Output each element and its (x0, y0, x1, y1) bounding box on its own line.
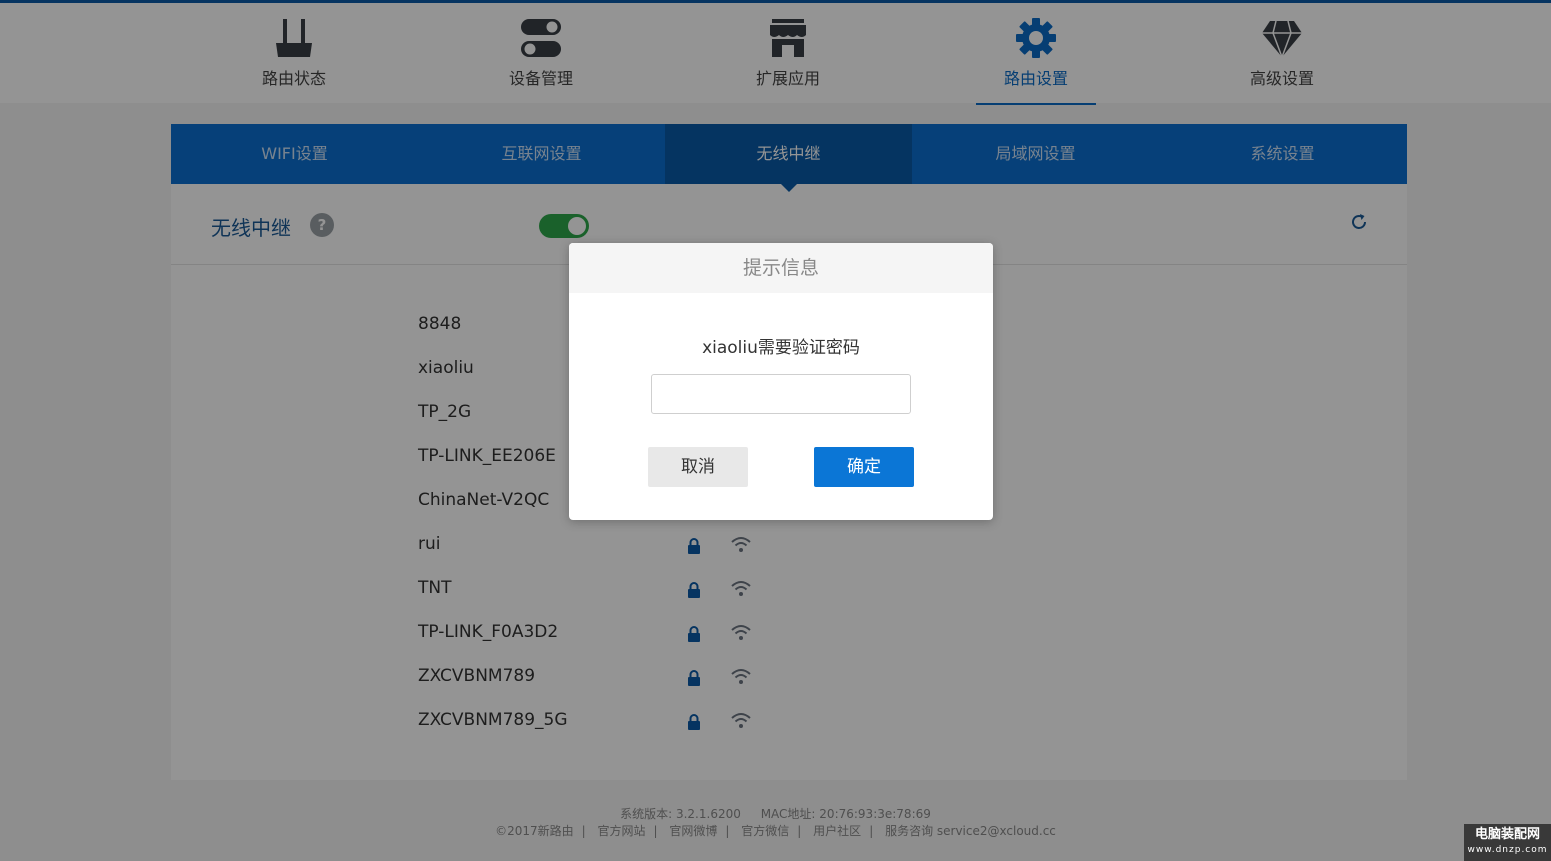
password-input[interactable] (651, 374, 911, 414)
dialog-title: 提示信息 (569, 243, 993, 293)
confirm-button[interactable]: 确定 (814, 447, 914, 487)
watermark-url: www.dnzp.com (1467, 845, 1548, 855)
watermark-title: 电脑装配网 (1474, 827, 1540, 842)
site-watermark: 电脑装配网 www.dnzp.com (1464, 824, 1551, 861)
dialog-message: xiaoliu需要验证密码 (702, 338, 860, 358)
password-dialog: 提示信息 xiaoliu需要验证密码 取消 确定 (569, 243, 993, 520)
cancel-button[interactable]: 取消 (648, 447, 748, 487)
